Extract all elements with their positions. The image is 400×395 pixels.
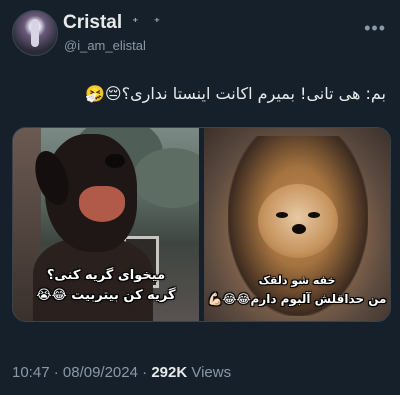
left-caption-line2: گریه کن بیتربیت 😂😭 <box>36 288 176 303</box>
dog-nose <box>292 224 306 234</box>
dog-nose <box>105 154 125 168</box>
left-caption-line1: میخوای گریه کنی؟ <box>46 268 166 283</box>
more-options-icon[interactable]: ••• <box>364 18 386 39</box>
name-decoration: ⁺ ⁺ <box>132 15 167 29</box>
meta-separator: · <box>53 364 59 381</box>
dog-mouth <box>79 186 125 222</box>
tweet-media[interactable]: میخوای گریه کنی؟ گریه کن بیتربیت 😂😭 خفه … <box>12 127 391 322</box>
media-image-left[interactable]: میخوای گریه کنی؟ گریه کن بیتربیت 😂😭 <box>13 128 199 321</box>
views-label[interactable]: Views <box>191 364 231 381</box>
media-image-right[interactable]: خفه شو دلقک من حداقلش آلبوم دارم😂😂💪🏻 <box>204 128 390 321</box>
tweet-time[interactable]: 10:47 <box>12 364 50 381</box>
views-count[interactable]: 292K <box>151 364 187 381</box>
tweet-meta: 10:47 · 08/09/2024 · 292K Views <box>12 364 231 381</box>
tweet-header: Cristal ⁺ ⁺ @i_am_elistal ••• <box>12 10 388 60</box>
tweet-text: بم: هی تانی! بمیرم اکانت اینستا نداری؟😔🤧 <box>84 84 386 103</box>
author-avatar[interactable] <box>12 10 58 56</box>
right-caption-line2: من حداقلش آلبوم دارم😂😂💪🏻 <box>207 292 387 306</box>
author-name-text[interactable]: Cristal <box>63 12 122 33</box>
author-display-name[interactable]: Cristal ⁺ ⁺ <box>63 12 166 34</box>
dog-face <box>258 184 338 258</box>
dog-eye-right <box>308 212 320 218</box>
author-handle[interactable]: @i_am_elistal <box>64 38 146 53</box>
tweet-date[interactable]: 08/09/2024 <box>63 364 138 381</box>
avatar-figure <box>31 19 39 47</box>
meta-separator: · <box>142 364 148 381</box>
dog-eye-left <box>276 212 288 218</box>
background-trees <box>133 148 199 208</box>
right-caption-line1: خفه شو دلقک <box>258 274 336 287</box>
